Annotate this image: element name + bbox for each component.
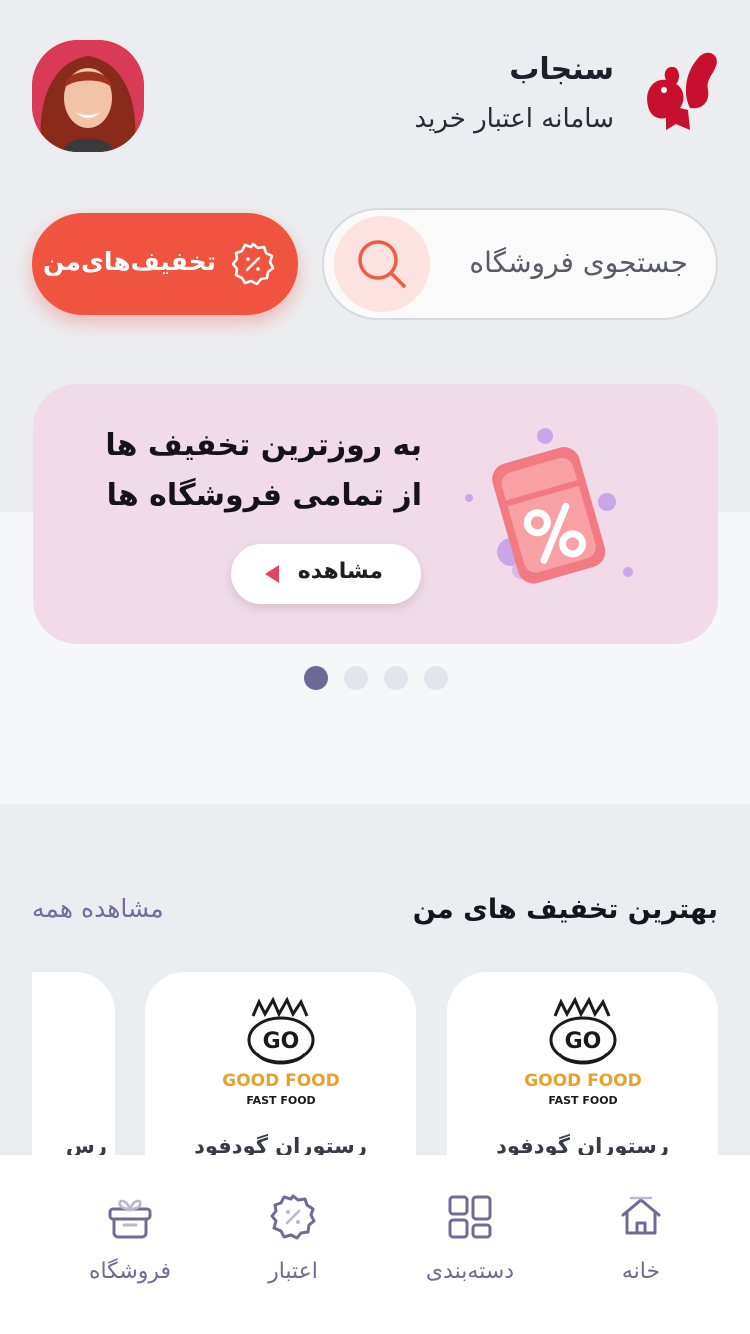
logo-text: GOOD FOOD bbox=[222, 1071, 340, 1091]
card-title: رس bbox=[65, 1134, 107, 1156]
gift-shop-icon bbox=[108, 1199, 152, 1239]
discount-cards-list: GO GOOD FOOD FAST FOOD رستوران گودفود GO… bbox=[32, 972, 750, 1156]
banner-headline-1: به روزترین تخفیف ها bbox=[105, 428, 422, 463]
carousel-dot-active[interactable] bbox=[304, 666, 328, 690]
percent-ticket-illustration bbox=[465, 428, 633, 584]
logo-mark: GO bbox=[263, 1029, 300, 1054]
nav-label-credit: اعتبار bbox=[268, 1259, 318, 1284]
store-search-field[interactable]: جستجوی فروشگاه bbox=[322, 208, 718, 320]
carousel-dot[interactable] bbox=[424, 666, 448, 690]
logo-subtext: FAST FOOD bbox=[548, 1094, 617, 1107]
banner-view-button[interactable]: مشاهده bbox=[231, 544, 421, 604]
nav-item-store[interactable]: فروشگاه bbox=[55, 1193, 205, 1303]
nav-item-categories[interactable]: دسته‌بندی bbox=[395, 1193, 545, 1303]
nav-label-categories: دسته‌بندی bbox=[425, 1259, 515, 1284]
search-button[interactable] bbox=[334, 216, 430, 312]
discount-card[interactable]: GO GOOD FOOD FAST FOOD رستوران گودفود bbox=[145, 972, 416, 1156]
logo-text: GOOD FOOD bbox=[524, 1071, 642, 1091]
discount-badge-icon bbox=[231, 242, 275, 286]
discount-card-partial[interactable]: D رس bbox=[32, 972, 115, 1156]
user-avatar[interactable] bbox=[32, 40, 144, 152]
my-discounts-button[interactable]: تخفیف‌های‌من bbox=[32, 213, 298, 315]
category-grid-icon bbox=[448, 1195, 492, 1239]
discount-card[interactable]: GO GOOD FOOD FAST FOOD رستوران گودفود bbox=[447, 972, 718, 1156]
nav-label-home: خانه bbox=[621, 1259, 661, 1284]
good-food-logo: GO GOOD FOOD FAST FOOD bbox=[213, 996, 349, 1114]
my-discounts-label: تخفیف‌های‌من bbox=[43, 247, 216, 276]
nav-label-store: فروشگاه bbox=[88, 1259, 172, 1284]
section-title: بهترین تخفیف های من bbox=[412, 894, 718, 925]
good-food-logo: GO GOOD FOOD FAST FOOD bbox=[515, 996, 651, 1114]
avatar-portrait-icon bbox=[32, 40, 144, 152]
bottom-navigation: خانه دسته‌بندی اعتبار فروشگاه bbox=[0, 1155, 750, 1334]
carousel-pagination bbox=[304, 666, 448, 690]
credit-badge-icon bbox=[270, 1194, 316, 1240]
nav-item-home[interactable]: خانه bbox=[566, 1193, 716, 1303]
carousel-dot[interactable] bbox=[384, 666, 408, 690]
nav-item-credit[interactable]: اعتبار bbox=[218, 1193, 368, 1303]
arrow-left-icon bbox=[265, 565, 279, 583]
logo-mark: GO bbox=[565, 1029, 602, 1054]
logo-subtext: FAST FOOD bbox=[246, 1094, 315, 1107]
brand-subtitle: سامانه اعتبار خرید bbox=[414, 104, 614, 134]
banner-headline-2: از تمامی فروشگاه ها bbox=[106, 478, 422, 513]
brand-title: سنجاب bbox=[509, 52, 614, 87]
see-all-link[interactable]: مشاهده همه bbox=[32, 894, 164, 923]
banner-view-label: مشاهده bbox=[297, 559, 383, 584]
squirrel-logo-icon bbox=[647, 52, 717, 130]
search-icon bbox=[358, 240, 406, 288]
carousel-dot[interactable] bbox=[344, 666, 368, 690]
card-title: رستوران گودفود bbox=[496, 1134, 669, 1156]
good-food-logo: D bbox=[32, 996, 160, 1114]
home-icon bbox=[621, 1196, 661, 1235]
promo-banner[interactable]: به روزترین تخفیف ها از تمامی فروشگاه ها … bbox=[33, 384, 718, 644]
card-title: رستوران گودفود bbox=[194, 1134, 367, 1156]
search-placeholder: جستجوی فروشگاه bbox=[469, 246, 688, 279]
